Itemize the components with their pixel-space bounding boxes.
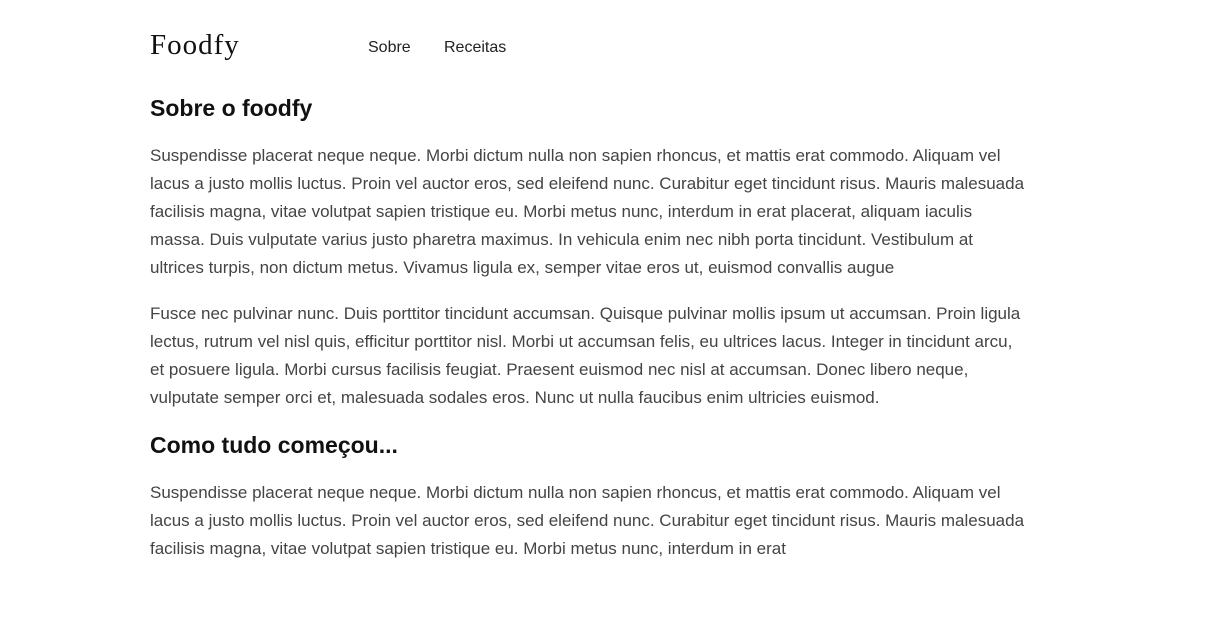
site-header: Foodfy Sobre Receitas xyxy=(150,27,1050,67)
about-paragraph-2: Fusce nec pulvinar nunc. Duis porttitor … xyxy=(150,304,1021,407)
history-title: Como tudo começou... xyxy=(150,432,398,458)
nav-link-receitas[interactable]: Receitas xyxy=(444,38,506,58)
main-content: Sobre o foodfy Suspendisse placerat nequ… xyxy=(150,92,1050,563)
logo[interactable]: Foodfy xyxy=(150,27,240,63)
about-paragraph-1: Suspendisse placerat neque neque. Morbi … xyxy=(150,146,1025,277)
page: Foodfy Sobre Receitas Sobre o foodfy Sus… xyxy=(0,0,1230,620)
about-title: Sobre o foodfy xyxy=(150,95,313,121)
nav-link-sobre[interactable]: Sobre xyxy=(368,38,411,58)
history-paragraph-1: Suspendisse placerat neque neque. Morbi … xyxy=(150,483,1025,558)
